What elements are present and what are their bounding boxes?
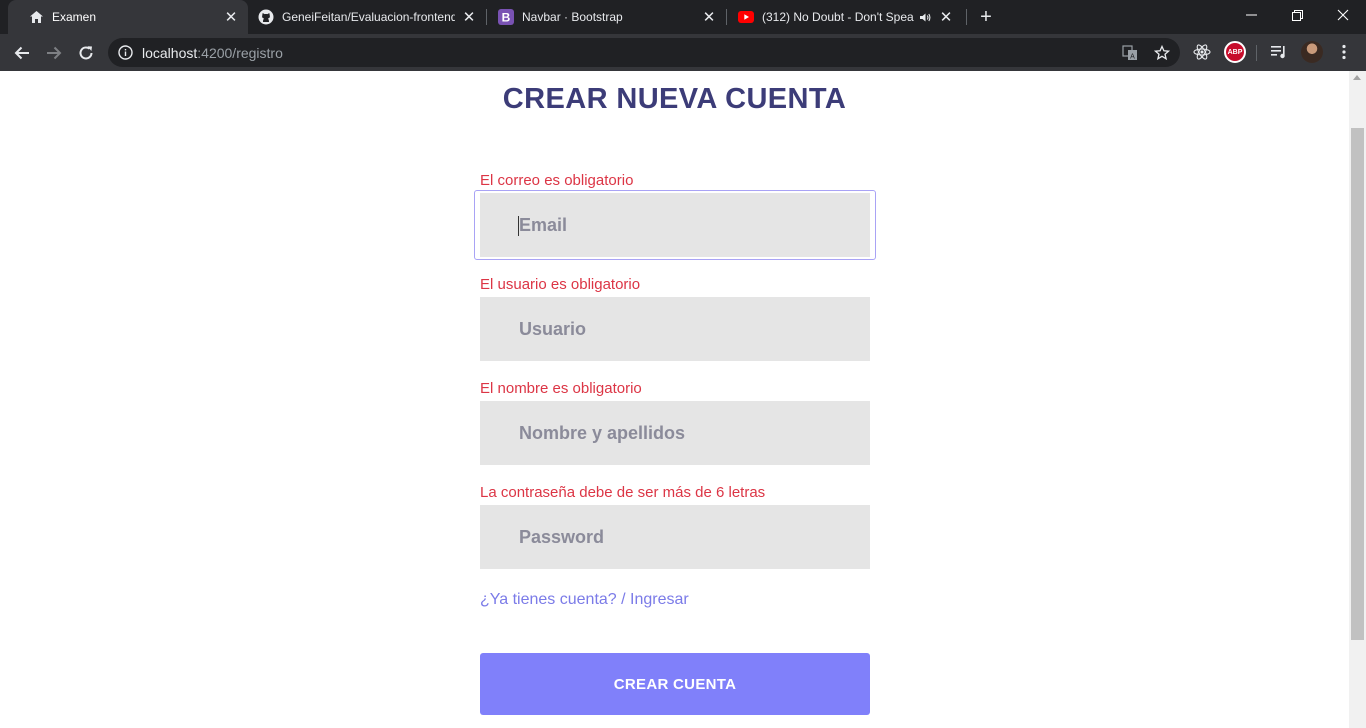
- email-input[interactable]: [480, 193, 870, 257]
- tab-title: Examen: [52, 10, 97, 24]
- svg-text:B: B: [502, 11, 511, 25]
- browser-tabstrip: Examen ✕ GeneiFeitan/Evaluacion-frontend…: [0, 0, 1366, 34]
- tab-bootstrap[interactable]: B Navbar · Bootstrap ✕: [478, 0, 726, 34]
- toolbar-separator: [1256, 45, 1257, 61]
- scrollbar-thumb[interactable]: [1351, 128, 1364, 640]
- username-input[interactable]: [480, 297, 870, 361]
- home-icon: [28, 9, 44, 25]
- profile-avatar[interactable]: [1299, 39, 1325, 65]
- fullname-input[interactable]: [480, 401, 870, 465]
- browser-toolbar: localhost:4200/registro A ABP: [0, 34, 1366, 71]
- back-button[interactable]: [8, 39, 36, 67]
- url-host: localhost: [142, 45, 198, 61]
- react-devtools-icon[interactable]: [1189, 39, 1215, 65]
- translate-icon[interactable]: A: [1121, 44, 1139, 62]
- tab-title: Navbar · Bootstrap: [522, 10, 623, 24]
- page-scrollbar[interactable]: [1349, 71, 1366, 728]
- close-tab-icon[interactable]: ✕: [223, 9, 239, 26]
- url-path: :4200/registro: [197, 45, 283, 61]
- tab-title: (312) No Doubt - Don't Spea: [762, 10, 914, 24]
- email-error: El correo es obligatorio: [480, 172, 634, 189]
- adblock-plus-icon[interactable]: ABP: [1222, 39, 1248, 65]
- close-tab-icon[interactable]: ✕: [938, 9, 954, 26]
- close-tab-icon[interactable]: ✕: [461, 9, 477, 26]
- password-input[interactable]: [480, 505, 870, 569]
- create-account-button[interactable]: CREAR CUENTA: [480, 653, 870, 715]
- scroll-up-arrow-icon[interactable]: [1353, 75, 1361, 80]
- url-text: localhost:4200/registro: [142, 45, 283, 61]
- browser-menu-icon[interactable]: [1331, 39, 1357, 65]
- minimize-window-button[interactable]: [1228, 0, 1274, 30]
- tab-title: GeneiFeitan/Evaluacion-frontend: [282, 10, 455, 24]
- text-caret: [518, 216, 519, 236]
- site-info-icon[interactable]: [118, 45, 133, 60]
- reload-button[interactable]: [72, 39, 100, 67]
- new-tab-button[interactable]: +: [976, 7, 996, 27]
- forward-button[interactable]: [40, 39, 68, 67]
- bookmark-star-icon[interactable]: [1153, 44, 1171, 62]
- tab-youtube[interactable]: (312) No Doubt - Don't Spea ✕: [718, 0, 966, 34]
- github-icon: [258, 9, 274, 25]
- password-error: La contraseña debe de ser más de 6 letra…: [480, 484, 766, 501]
- speaker-icon[interactable]: [918, 10, 932, 24]
- username-error: El usuario es obligatorio: [480, 276, 641, 293]
- avatar: [1301, 41, 1323, 63]
- login-link[interactable]: ¿Ya tienes cuenta? / Ingresar: [480, 591, 689, 609]
- tab-github[interactable]: GeneiFeitan/Evaluacion-frontend ✕: [238, 0, 486, 34]
- svg-text:A: A: [1130, 54, 1135, 61]
- adblock-plus-badge: ABP: [1224, 41, 1246, 63]
- media-controls-icon[interactable]: [1266, 39, 1292, 65]
- youtube-icon: [738, 9, 754, 25]
- bootstrap-icon: B: [498, 9, 514, 25]
- fullname-error: El nombre es obligatorio: [480, 380, 642, 397]
- tab-examen[interactable]: Examen ✕: [8, 0, 248, 34]
- tab-separator: [966, 9, 967, 25]
- restore-window-button[interactable]: [1274, 0, 1320, 30]
- address-bar[interactable]: localhost:4200/registro A: [108, 38, 1180, 67]
- page-title: CREAR NUEVA CUENTA: [502, 83, 847, 115]
- close-tab-icon[interactable]: ✕: [701, 9, 717, 26]
- page-viewport: CREAR NUEVA CUENTA El correo es obligato…: [0, 71, 1366, 728]
- close-window-button[interactable]: [1320, 0, 1366, 30]
